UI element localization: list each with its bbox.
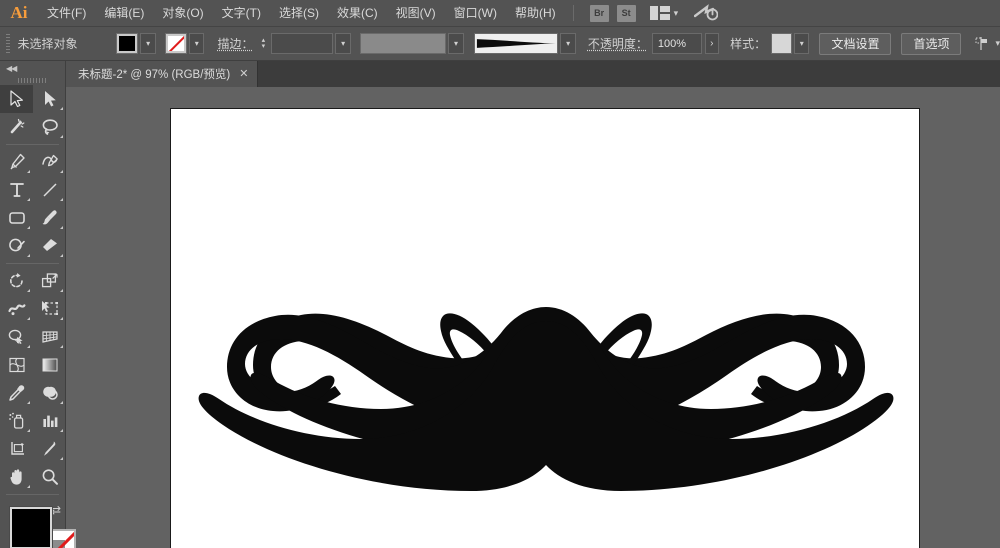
- eraser-tool[interactable]: [33, 232, 66, 260]
- menu-object[interactable]: 对象(O): [153, 0, 212, 27]
- collapse-panel-button[interactable]: ◀◀: [0, 61, 65, 75]
- scale-tool[interactable]: [33, 267, 66, 295]
- stroke-weight-label: 描边：: [217, 35, 253, 52]
- menu-help[interactable]: 帮助(H): [506, 0, 565, 27]
- lasso-tool[interactable]: [33, 113, 66, 141]
- menu-file[interactable]: 文件(F): [38, 0, 95, 27]
- tool-grid-draw: [0, 148, 65, 260]
- fill-color-swatch[interactable]: [116, 33, 138, 54]
- fill-stroke-proxy: ⇄: [0, 501, 65, 548]
- free-transform-tool[interactable]: [33, 295, 66, 323]
- creative-cloud-button[interactable]: [694, 4, 718, 22]
- shaper-tool[interactable]: [0, 232, 33, 260]
- rotate-tool[interactable]: [0, 267, 33, 295]
- arrange-documents-button[interactable]: ▾: [650, 6, 679, 20]
- rectangle-tool[interactable]: [0, 204, 33, 232]
- selection-tool[interactable]: [0, 85, 33, 113]
- slice-tool[interactable]: [33, 435, 66, 463]
- stroke-weight-field[interactable]: [271, 33, 333, 54]
- brush-definition-preview[interactable]: [474, 33, 559, 54]
- type-tool[interactable]: [0, 176, 33, 204]
- menu-bar: Ai 文件(F) 编辑(E) 对象(O) 文字(T) 选择(S) 效果(C) 视…: [0, 0, 1000, 27]
- menu-divider: [573, 5, 574, 21]
- tool-grid: [0, 85, 65, 141]
- graphic-style-dropdown[interactable]: ▾: [794, 33, 809, 54]
- arrange-documents-icon: [650, 6, 670, 20]
- width-tool[interactable]: [0, 295, 33, 323]
- brush-definition-dropdown[interactable]: ▾: [560, 33, 575, 54]
- direct-selection-tool[interactable]: [33, 85, 66, 113]
- menu-type[interactable]: 文字(T): [213, 0, 270, 27]
- document-tab[interactable]: 未标题-2* @ 97% (RGB/预览) ✕: [66, 61, 258, 87]
- canvas-area[interactable]: [66, 87, 1000, 548]
- tool-divider-2: [6, 263, 59, 264]
- variable-width-dropdown[interactable]: ▾: [448, 33, 463, 54]
- blend-tool[interactable]: [33, 379, 66, 407]
- document-tab-bar: 未标题-2* @ 97% (RGB/预览) ✕: [66, 61, 1000, 87]
- artboard[interactable]: [170, 108, 920, 548]
- paintbrush-tool[interactable]: [33, 204, 66, 232]
- shape-builder-tool[interactable]: [0, 323, 33, 351]
- document-tab-title: 未标题-2* @ 97% (RGB/预览): [78, 66, 230, 82]
- style-label: 样式：: [730, 35, 766, 52]
- illustrator-window: Ai 文件(F) 编辑(E) 对象(O) 文字(T) 选择(S) 效果(C) 视…: [0, 0, 1000, 548]
- symbol-sprayer-tool[interactable]: [0, 407, 33, 435]
- align-to-pixel-icon: [974, 36, 990, 52]
- preferences-button[interactable]: 首选项: [901, 33, 961, 55]
- mustache-shape[interactable]: [171, 109, 921, 548]
- graphic-style-swatch[interactable]: [771, 33, 792, 54]
- opacity-field[interactable]: 100%: [652, 33, 702, 54]
- eyedropper-tool[interactable]: [0, 379, 33, 407]
- align-to-pixel-button[interactable]: ▾: [974, 36, 1000, 52]
- hand-tool[interactable]: [0, 463, 33, 491]
- line-segment-tool[interactable]: [33, 176, 66, 204]
- curvature-tool[interactable]: [33, 148, 66, 176]
- menu-view[interactable]: 视图(V): [387, 0, 445, 27]
- mesh-tool[interactable]: [0, 351, 33, 379]
- menu-effect[interactable]: 效果(C): [328, 0, 387, 27]
- stroke-color-dropdown[interactable]: ▾: [189, 33, 204, 54]
- tools-panel-grip[interactable]: [0, 75, 65, 85]
- stock-button[interactable]: St: [617, 5, 636, 22]
- stroke-weight-stepper[interactable]: ▴▾: [258, 33, 270, 54]
- fill-color-proxy[interactable]: [10, 507, 52, 548]
- app-logo: Ai: [0, 0, 38, 27]
- control-bar-grip[interactable]: [6, 34, 10, 54]
- chevron-down-icon: ▾: [674, 8, 679, 19]
- selection-status: 未选择对象: [17, 35, 116, 52]
- stroke-color-swatch[interactable]: [165, 33, 187, 54]
- chevron-down-icon: ▾: [995, 38, 1000, 49]
- menu-select[interactable]: 选择(S): [270, 0, 328, 27]
- zoom-tool[interactable]: [33, 463, 66, 491]
- menu-window[interactable]: 窗口(W): [445, 0, 506, 27]
- creative-cloud-icon: [694, 4, 718, 22]
- gradient-tool[interactable]: [33, 351, 66, 379]
- magic-wand-tool[interactable]: [0, 113, 33, 141]
- perspective-grid-tool[interactable]: [33, 323, 66, 351]
- opacity-label: 不透明度：: [588, 35, 648, 52]
- variable-width-profile-field[interactable]: [360, 33, 446, 54]
- tool-divider: [6, 144, 59, 145]
- tapered-brush-icon: [475, 36, 558, 51]
- pen-tool[interactable]: [0, 148, 33, 176]
- swap-fill-stroke-icon[interactable]: ⇄: [51, 503, 61, 517]
- close-icon[interactable]: ✕: [239, 69, 248, 80]
- stroke-weight-dropdown[interactable]: ▾: [335, 33, 350, 54]
- opacity-more-options-button[interactable]: ›: [705, 33, 720, 54]
- document-setup-button[interactable]: 文档设置: [819, 33, 891, 55]
- artboard-tool[interactable]: [0, 435, 33, 463]
- control-bar: 未选择对象 ▾ ▾ 描边： ▴▾ ▾ ▾ ▾ 不透明度： 100% › 样式： …: [0, 27, 1000, 61]
- fill-color-dropdown[interactable]: ▾: [140, 33, 155, 54]
- tool-divider-3: [6, 494, 59, 495]
- column-graph-tool[interactable]: [33, 407, 66, 435]
- menu-edit[interactable]: 编辑(E): [95, 0, 153, 27]
- tool-grid-transform: [0, 267, 65, 491]
- bridge-button[interactable]: Br: [590, 5, 609, 22]
- tools-panel: ◀◀: [0, 61, 66, 548]
